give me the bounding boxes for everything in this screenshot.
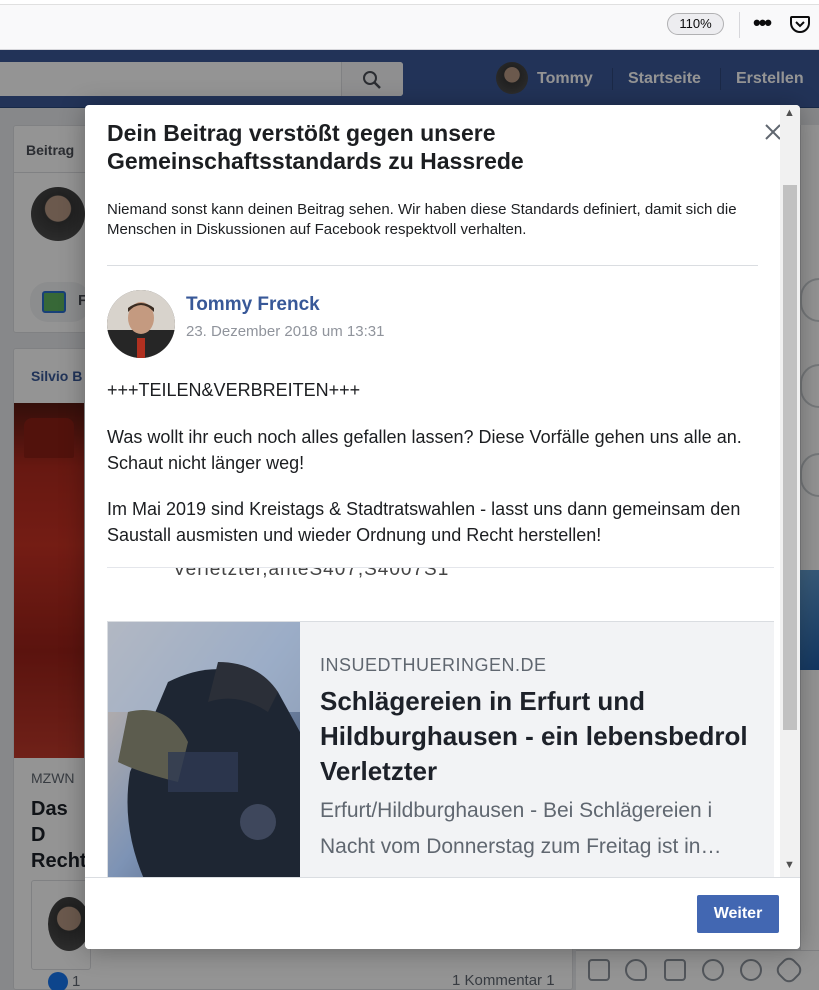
link-headline-line: Schlägereien in Erfurt und bbox=[320, 686, 646, 716]
hate-speech-notice-dialog: Dein Beitrag verstößt gegen unsere Gemei… bbox=[85, 105, 800, 949]
link-headline: Schlägereien in Erfurt und Hildburghause… bbox=[320, 684, 774, 789]
post-author-name[interactable]: Tommy Frenck bbox=[186, 294, 320, 316]
pocket-icon[interactable] bbox=[789, 13, 811, 35]
link-domain: INSUEDTHUERINGEN.DE bbox=[320, 655, 547, 675]
dialog-scrollbar[interactable]: ▲ ▼ bbox=[780, 105, 800, 877]
post-text-paragraph: Was wollt ihr euch noch alles gefallen l… bbox=[107, 427, 742, 473]
dialog-description: Niemand sonst kann deinen Beitrag sehen.… bbox=[107, 201, 737, 238]
post-author-avatar[interactable] bbox=[107, 290, 175, 358]
link-description: Erfurt/Hildburghausen - Bei Schlägereien… bbox=[320, 793, 774, 865]
dialog-divider bbox=[107, 265, 758, 266]
dialog-footer: Weiter bbox=[85, 877, 800, 949]
avatar-image bbox=[107, 290, 175, 358]
more-dots-icon[interactable]: ••• bbox=[753, 10, 772, 36]
shared-link-card[interactable]: INSUEDTHUERINGEN.DE Schlägereien in Erfu… bbox=[107, 621, 774, 881]
post-text-paragraph: +++TEILEN&VERBREITEN+++ bbox=[107, 380, 361, 400]
scrollbar-thumb[interactable] bbox=[783, 185, 797, 730]
continue-button[interactable]: Weiter bbox=[697, 895, 779, 933]
link-description-line: Erfurt/Hildburghausen - Bei Schlägereien… bbox=[320, 799, 713, 822]
post-timestamp[interactable]: 23. Dezember 2018 um 13:31 bbox=[186, 323, 384, 340]
post-image-strip[interactable]: Verletzter,anteS407,S4007S1 bbox=[107, 567, 774, 587]
url-bar-edge bbox=[0, 0, 819, 5]
link-preview-image bbox=[108, 622, 300, 881]
link-headline-line: Verletzter bbox=[320, 756, 438, 786]
dialog-title: Dein Beitrag verstößt gegen unsere Gemei… bbox=[107, 120, 524, 174]
link-headline-line: Hildburghausen - ein lebensbedrol bbox=[320, 721, 748, 751]
link-description-line: Nacht vom Donnerstag zum Freitag ist in… bbox=[320, 835, 722, 858]
scroll-down-icon[interactable]: ▼ bbox=[784, 859, 795, 871]
browser-toolbar: 110% ••• bbox=[0, 0, 819, 50]
zoom-level-button[interactable]: 110% bbox=[667, 13, 724, 35]
toolbar-divider bbox=[739, 12, 740, 38]
post-text-paragraph: Im Mai 2019 sind Kreistags & Stadtratswa… bbox=[107, 499, 741, 545]
scroll-up-icon[interactable]: ▲ bbox=[784, 107, 795, 119]
post-image-text: Verletzter,anteS407,S4007S1 bbox=[173, 567, 450, 580]
